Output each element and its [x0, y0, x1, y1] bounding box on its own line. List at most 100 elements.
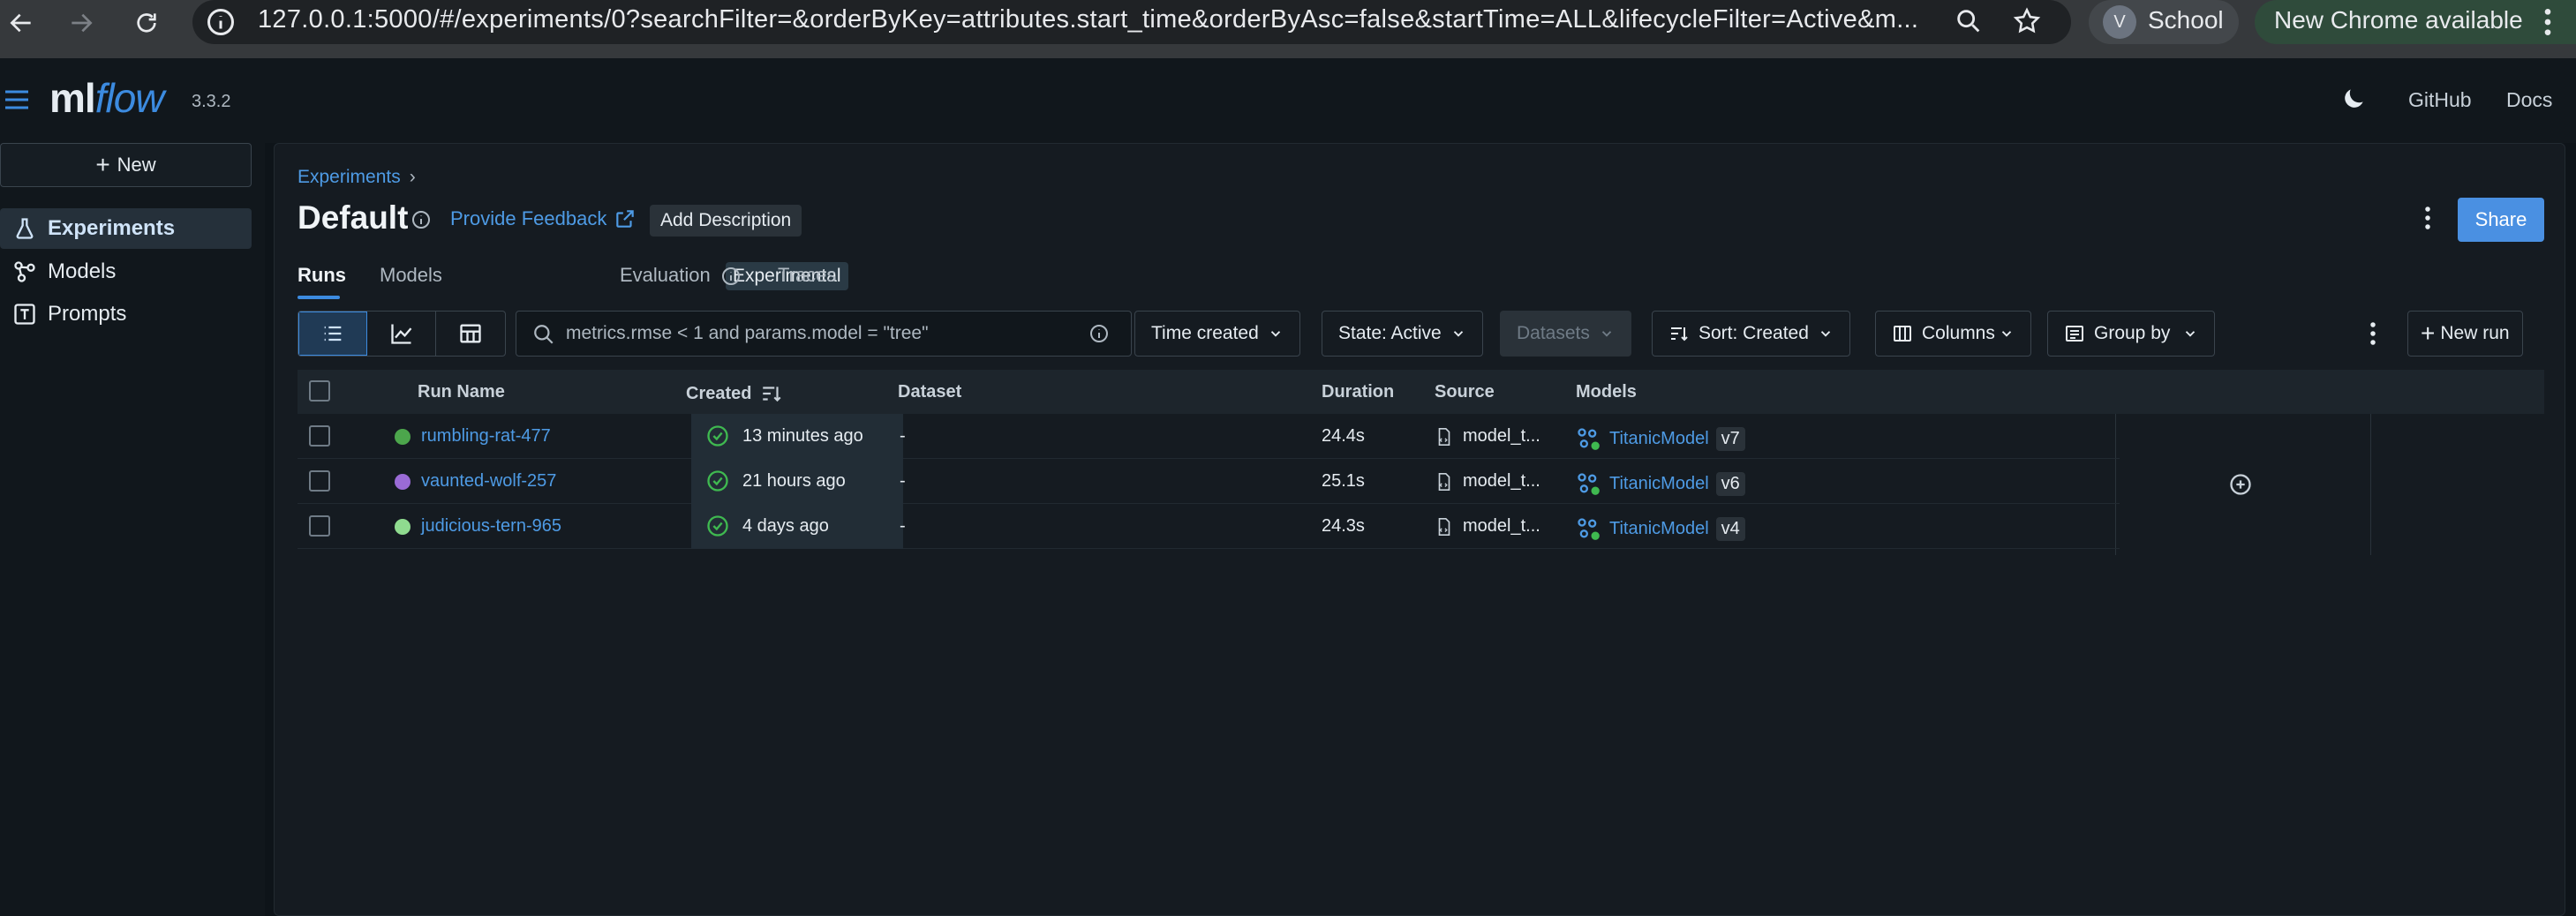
- row-checkbox[interactable]: [309, 425, 330, 447]
- chart-view-button[interactable]: [367, 312, 436, 356]
- site-info-icon[interactable]: [205, 6, 237, 38]
- more-vert-icon[interactable]: [2414, 200, 2441, 236]
- info-icon[interactable]: [720, 266, 742, 287]
- forward-button[interactable]: [62, 4, 101, 42]
- model-link[interactable]: TitanicModel: [1609, 429, 1709, 449]
- state-filter-dropdown[interactable]: State: Active: [1322, 311, 1483, 357]
- search-runs-field[interactable]: [516, 311, 1132, 357]
- dataset-cell: -: [900, 426, 906, 446]
- created-cell: 4 days ago: [705, 514, 829, 538]
- search-input[interactable]: [566, 319, 1060, 349]
- table-view-button[interactable]: [436, 312, 505, 356]
- sidebar-item-models[interactable]: Models: [0, 252, 252, 292]
- version-label: 3.3.2: [192, 92, 231, 111]
- list-icon: [324, 326, 342, 342]
- column-header-duration[interactable]: Duration: [1322, 382, 1394, 402]
- feedback-label: Provide Feedback: [450, 207, 607, 229]
- run-name-link[interactable]: judicious-tern-965: [421, 516, 561, 537]
- new-run-button[interactable]: + New run: [2407, 311, 2523, 357]
- state-filter-label: State: Active: [1338, 323, 1442, 343]
- tab-runs[interactable]: Runs: [298, 264, 346, 287]
- chevron-down-icon: [2186, 331, 2196, 337]
- run-name-link[interactable]: vaunted-wolf-257: [421, 471, 556, 492]
- tab-models[interactable]: Models: [380, 264, 442, 287]
- column-header-created[interactable]: Created: [686, 382, 783, 405]
- columns-icon: [1894, 326, 1911, 342]
- group-by-dropdown[interactable]: Group by: [2047, 311, 2216, 357]
- sidebar-item-prompts[interactable]: Prompts: [0, 294, 252, 334]
- address-bar-url[interactable]: 127.0.0.1:5000/#/experiments/0?searchFil…: [258, 5, 2120, 34]
- more-vert-icon[interactable]: [2360, 316, 2386, 351]
- source-cell[interactable]: model_t...: [1435, 516, 1540, 537]
- tab-evaluation[interactable]: Evaluation: [620, 264, 711, 287]
- sort-dropdown[interactable]: Sort: Created: [1652, 311, 1850, 357]
- registered-model-icon: [1578, 428, 1600, 450]
- column-header-dataset[interactable]: Dataset: [898, 382, 961, 402]
- select-all-checkbox[interactable]: [309, 380, 330, 402]
- table-row[interactable]: rumbling-rat-477 13 minutes ago - 24.4s …: [298, 414, 2120, 459]
- chrome-update-button[interactable]: New Chrome available: [2255, 0, 2576, 44]
- created-cell: 13 minutes ago: [705, 424, 863, 448]
- models-cell: TitanicModel v7: [1576, 426, 1745, 451]
- run-color-dot[interactable]: [395, 518, 411, 535]
- duration-cell: 25.1s: [1322, 471, 1365, 491]
- run-color-dot[interactable]: [395, 428, 411, 445]
- table-row[interactable]: judicious-tern-965 4 days ago - 24.3s mo…: [298, 504, 2120, 549]
- model-link[interactable]: TitanicModel: [1609, 474, 1709, 494]
- info-icon[interactable]: [1088, 323, 1110, 344]
- address-bar[interactable]: 127.0.0.1:5000/#/experiments/0?searchFil…: [192, 0, 2071, 44]
- reload-button[interactable]: [127, 4, 166, 42]
- source-cell[interactable]: model_t...: [1435, 426, 1540, 447]
- sidebar-item-experiments[interactable]: Experiments: [0, 208, 252, 249]
- columns-dropdown[interactable]: Columns: [1875, 311, 2031, 357]
- zoom-icon[interactable]: [1951, 4, 1986, 39]
- list-view-button[interactable]: [298, 312, 367, 356]
- add-column-icon[interactable]: [2228, 472, 2253, 497]
- add-description-button[interactable]: Add Description: [650, 205, 802, 237]
- run-color-dot[interactable]: [395, 473, 411, 490]
- table-row[interactable]: vaunted-wolf-257 21 hours ago - 25.1s mo…: [298, 459, 2120, 504]
- run-name-link[interactable]: rumbling-rat-477: [421, 426, 551, 447]
- docs-link[interactable]: Docs: [2506, 88, 2552, 112]
- breadcrumb: Experiments ›: [298, 167, 416, 188]
- datasets-label: Datasets: [1517, 323, 1590, 343]
- back-button[interactable]: [2, 4, 41, 42]
- breadcrumb-chevron-icon: ›: [409, 167, 416, 187]
- provide-feedback-link[interactable]: Provide Feedback: [450, 207, 636, 230]
- models-cell: TitanicModel v4: [1576, 516, 1745, 541]
- tab-traces[interactable]: Traces: [778, 264, 836, 287]
- model-version-badge[interactable]: v6: [1715, 471, 1745, 496]
- runs-table-header: Run Name Created Dataset Duration Source…: [298, 370, 2544, 414]
- column-header-models[interactable]: Models: [1576, 382, 1637, 402]
- avatar: V: [2103, 5, 2136, 39]
- new-run-label: New run: [2440, 323, 2510, 343]
- moon-icon[interactable]: [2339, 85, 2368, 113]
- file-code-icon: [1438, 472, 1450, 491]
- hamburger-menu-icon[interactable]: [4, 88, 30, 111]
- sidebar: + New Experiments Models Prompts: [0, 143, 265, 916]
- sort-descending-icon[interactable]: [760, 382, 783, 405]
- bookmark-star-icon[interactable]: [2009, 4, 2045, 39]
- share-button[interactable]: Share: [2458, 198, 2544, 242]
- new-button[interactable]: + New: [0, 143, 252, 187]
- time-created-label: Time created: [1151, 323, 1259, 343]
- mlflow-logo[interactable]: mlflow: [49, 74, 164, 122]
- datasets-dropdown[interactable]: Datasets: [1500, 311, 1631, 357]
- breadcrumb-experiments[interactable]: Experiments: [298, 167, 401, 187]
- profile-button[interactable]: V School: [2089, 0, 2239, 44]
- more-vert-icon[interactable]: [2530, 3, 2565, 41]
- column-header-run-name[interactable]: Run Name: [418, 382, 505, 402]
- model-link[interactable]: TitanicModel: [1609, 519, 1709, 539]
- view-mode-toggle: [298, 311, 506, 357]
- info-icon[interactable]: [411, 209, 432, 230]
- check-circle-icon: [707, 470, 728, 492]
- model-version-badge[interactable]: v7: [1715, 426, 1745, 451]
- row-checkbox[interactable]: [309, 470, 330, 492]
- sidebar-item-label: Prompts: [48, 302, 127, 326]
- model-version-badge[interactable]: v4: [1715, 516, 1745, 541]
- github-link[interactable]: GitHub: [2408, 88, 2472, 112]
- row-checkbox[interactable]: [309, 515, 330, 537]
- column-header-source[interactable]: Source: [1435, 382, 1495, 402]
- time-created-dropdown[interactable]: Time created: [1134, 311, 1300, 357]
- source-cell[interactable]: model_t...: [1435, 471, 1540, 492]
